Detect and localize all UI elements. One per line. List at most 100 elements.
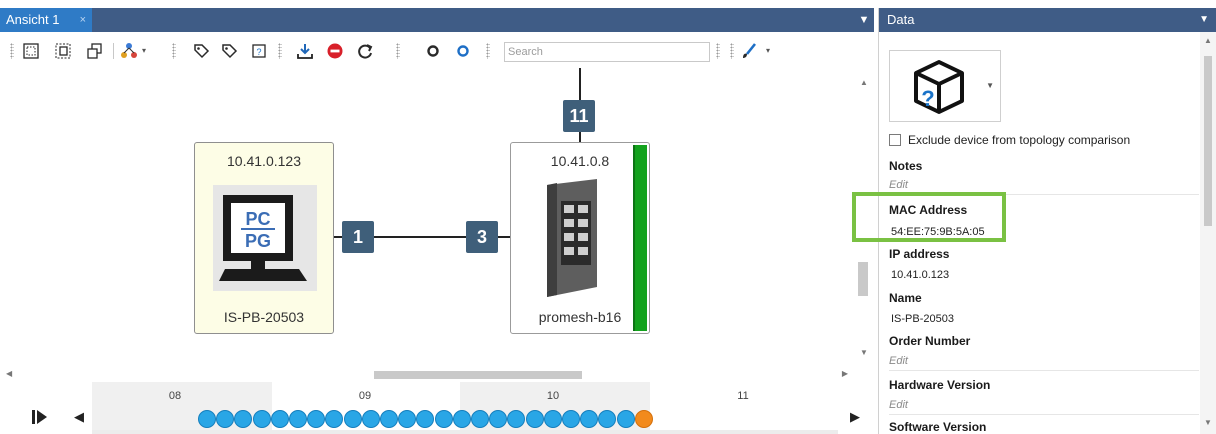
timeline-event-latest[interactable] bbox=[634, 410, 653, 428]
timeline-event[interactable] bbox=[543, 410, 562, 428]
topology-view-pane: Ansicht 1 × ▼ ▾ ? Search ▾ 10.41.0.123 P… bbox=[0, 8, 874, 434]
name-value: IS-PB-20503 bbox=[891, 313, 954, 325]
tag-icon[interactable] bbox=[220, 42, 238, 60]
toolbar-grip-icon[interactable] bbox=[10, 43, 14, 59]
exclude-label: Exclude device from topology comparison bbox=[908, 133, 1131, 147]
toolbar-grip-icon[interactable] bbox=[172, 43, 176, 59]
toolbar-grip-icon[interactable] bbox=[730, 43, 734, 59]
paint-brush-icon[interactable] bbox=[740, 42, 758, 60]
switch-status-bar bbox=[633, 145, 647, 331]
port-badge[interactable]: 1 bbox=[342, 221, 374, 253]
scroll-up-icon[interactable]: ▲ bbox=[860, 78, 868, 87]
tab-ansicht-1[interactable]: Ansicht 1 × bbox=[0, 8, 92, 32]
copy-layout-icon[interactable] bbox=[86, 42, 104, 60]
notes-edit[interactable]: Edit bbox=[889, 179, 908, 191]
divider bbox=[889, 370, 1199, 371]
timeline-track[interactable]: 08 09 10 11 bbox=[92, 382, 838, 434]
timeline-event[interactable] bbox=[471, 410, 489, 428]
order-number-label: Order Number bbox=[889, 334, 971, 348]
ip-address-value: 10.41.0.123 bbox=[891, 269, 950, 281]
divider bbox=[889, 414, 1199, 415]
svg-text:?: ? bbox=[256, 47, 261, 57]
timeline-hour-label: 08 bbox=[168, 390, 182, 402]
event-timeline: ◀ 08 09 10 11 ▶ bbox=[0, 382, 874, 434]
timeline-event[interactable] bbox=[525, 410, 544, 428]
timeline-event[interactable] bbox=[289, 410, 307, 428]
timeline-event[interactable] bbox=[616, 410, 635, 428]
toolbar-grip-icon[interactable] bbox=[486, 43, 490, 59]
hardware-version-label: Hardware Version bbox=[889, 378, 991, 392]
sync-blue-icon[interactable] bbox=[454, 42, 472, 60]
scroll-up-icon[interactable]: ▲ bbox=[1204, 36, 1212, 45]
play-icon[interactable] bbox=[32, 410, 48, 424]
device-ip: 10.41.0.8 bbox=[550, 153, 610, 169]
timeline-event[interactable] bbox=[198, 410, 216, 428]
scroll-left-icon[interactable]: ◀ bbox=[6, 369, 12, 378]
port-badge[interactable]: 11 bbox=[563, 100, 595, 132]
dropdown-caret-icon[interactable]: ▼ bbox=[986, 81, 994, 90]
pc-icon-text-bottom: PG bbox=[245, 231, 271, 251]
timeline-event[interactable] bbox=[452, 410, 471, 428]
device-switch[interactable]: 10.41.0.8 promesh-b16 bbox=[510, 142, 650, 334]
scroll-down-icon[interactable]: ▼ bbox=[1204, 418, 1212, 427]
industrial-switch-icon bbox=[539, 179, 605, 297]
pc-icon-text-top: PC bbox=[245, 209, 270, 229]
layout-dropdown-caret-icon[interactable]: ▾ bbox=[142, 47, 148, 55]
timeline-next-icon[interactable]: ▶ bbox=[850, 409, 860, 425]
topology-canvas[interactable]: 10.41.0.123 PC PG IS-PB-20503 10.41.0.8 … bbox=[0, 68, 854, 368]
timeline-hour-label: 10 bbox=[546, 390, 560, 402]
port-badge[interactable]: 3 bbox=[466, 221, 498, 253]
scroll-thumb[interactable] bbox=[1204, 56, 1212, 226]
tab-menu-icon[interactable]: ▼ bbox=[858, 13, 870, 27]
fit-to-view-icon[interactable] bbox=[22, 42, 40, 60]
stop-icon[interactable] bbox=[326, 42, 344, 60]
tab-close-icon[interactable]: × bbox=[80, 8, 86, 32]
scroll-thumb[interactable] bbox=[374, 371, 582, 379]
timeline-event[interactable] bbox=[361, 410, 380, 428]
timeline-event[interactable] bbox=[343, 410, 362, 428]
sync-icon[interactable] bbox=[424, 42, 442, 60]
hardware-version-edit[interactable]: Edit bbox=[889, 399, 908, 411]
panel-menu-icon[interactable]: ▼ bbox=[1199, 8, 1209, 32]
tab-label: Ansicht 1 bbox=[6, 12, 60, 27]
select-group-icon[interactable] bbox=[54, 42, 72, 60]
checkbox[interactable] bbox=[889, 134, 901, 146]
exclude-topology-checkbox[interactable]: Exclude device from topology comparison bbox=[889, 133, 1130, 147]
device-ip: 10.41.0.123 bbox=[227, 153, 301, 169]
canvas-horizontal-scrollbar[interactable]: ◀ ▶ bbox=[0, 368, 854, 382]
data-panel-header: Data ▼ bbox=[879, 8, 1216, 32]
timeline-event[interactable] bbox=[270, 410, 289, 428]
device-type-selector[interactable]: ? ▼ bbox=[889, 50, 1001, 122]
svg-text:?: ? bbox=[921, 86, 934, 111]
ip-address-label: IP address bbox=[889, 247, 950, 261]
topology-layout-icon[interactable] bbox=[120, 42, 138, 60]
timeline-hour-label: 11 bbox=[737, 390, 749, 402]
download-icon[interactable] bbox=[296, 42, 314, 60]
timeline-event[interactable] bbox=[380, 410, 398, 428]
device-pc[interactable]: 10.41.0.123 PC PG IS-PB-20503 bbox=[194, 142, 334, 334]
device-name: promesh-b16 bbox=[538, 309, 622, 325]
toolbar-grip-icon[interactable] bbox=[278, 43, 282, 59]
device-name: IS-PB-20503 bbox=[223, 309, 305, 325]
timeline-hour-label: 09 bbox=[358, 390, 372, 402]
unknown-device-type-icon: ? bbox=[914, 60, 964, 114]
toolbar-grip-icon[interactable] bbox=[716, 43, 720, 59]
toolbar-grip-icon[interactable] bbox=[396, 43, 400, 59]
timeline-scrollbar[interactable] bbox=[92, 430, 838, 434]
timeline-previous-icon[interactable]: ◀ bbox=[74, 409, 84, 425]
unknown-device-icon[interactable]: ? bbox=[250, 42, 268, 60]
data-panel-scrollbar[interactable]: ▲ ▼ bbox=[1200, 32, 1216, 434]
timeline-event[interactable] bbox=[562, 410, 580, 428]
tag-add-icon[interactable] bbox=[192, 42, 210, 60]
timeline-event[interactable] bbox=[434, 410, 453, 428]
topology-toolbar: ▾ ? Search ▾ bbox=[0, 34, 874, 68]
timeline-event[interactable] bbox=[252, 410, 271, 428]
brush-dropdown-caret-icon[interactable]: ▾ bbox=[766, 47, 772, 55]
scroll-down-icon[interactable]: ▼ bbox=[860, 348, 868, 357]
scroll-thumb[interactable] bbox=[858, 262, 868, 296]
refresh-icon[interactable] bbox=[356, 42, 374, 60]
notes-label: Notes bbox=[889, 159, 923, 173]
order-number-edit[interactable]: Edit bbox=[889, 355, 908, 367]
scroll-right-icon[interactable]: ▶ bbox=[842, 369, 848, 378]
search-input[interactable]: Search bbox=[504, 42, 710, 62]
